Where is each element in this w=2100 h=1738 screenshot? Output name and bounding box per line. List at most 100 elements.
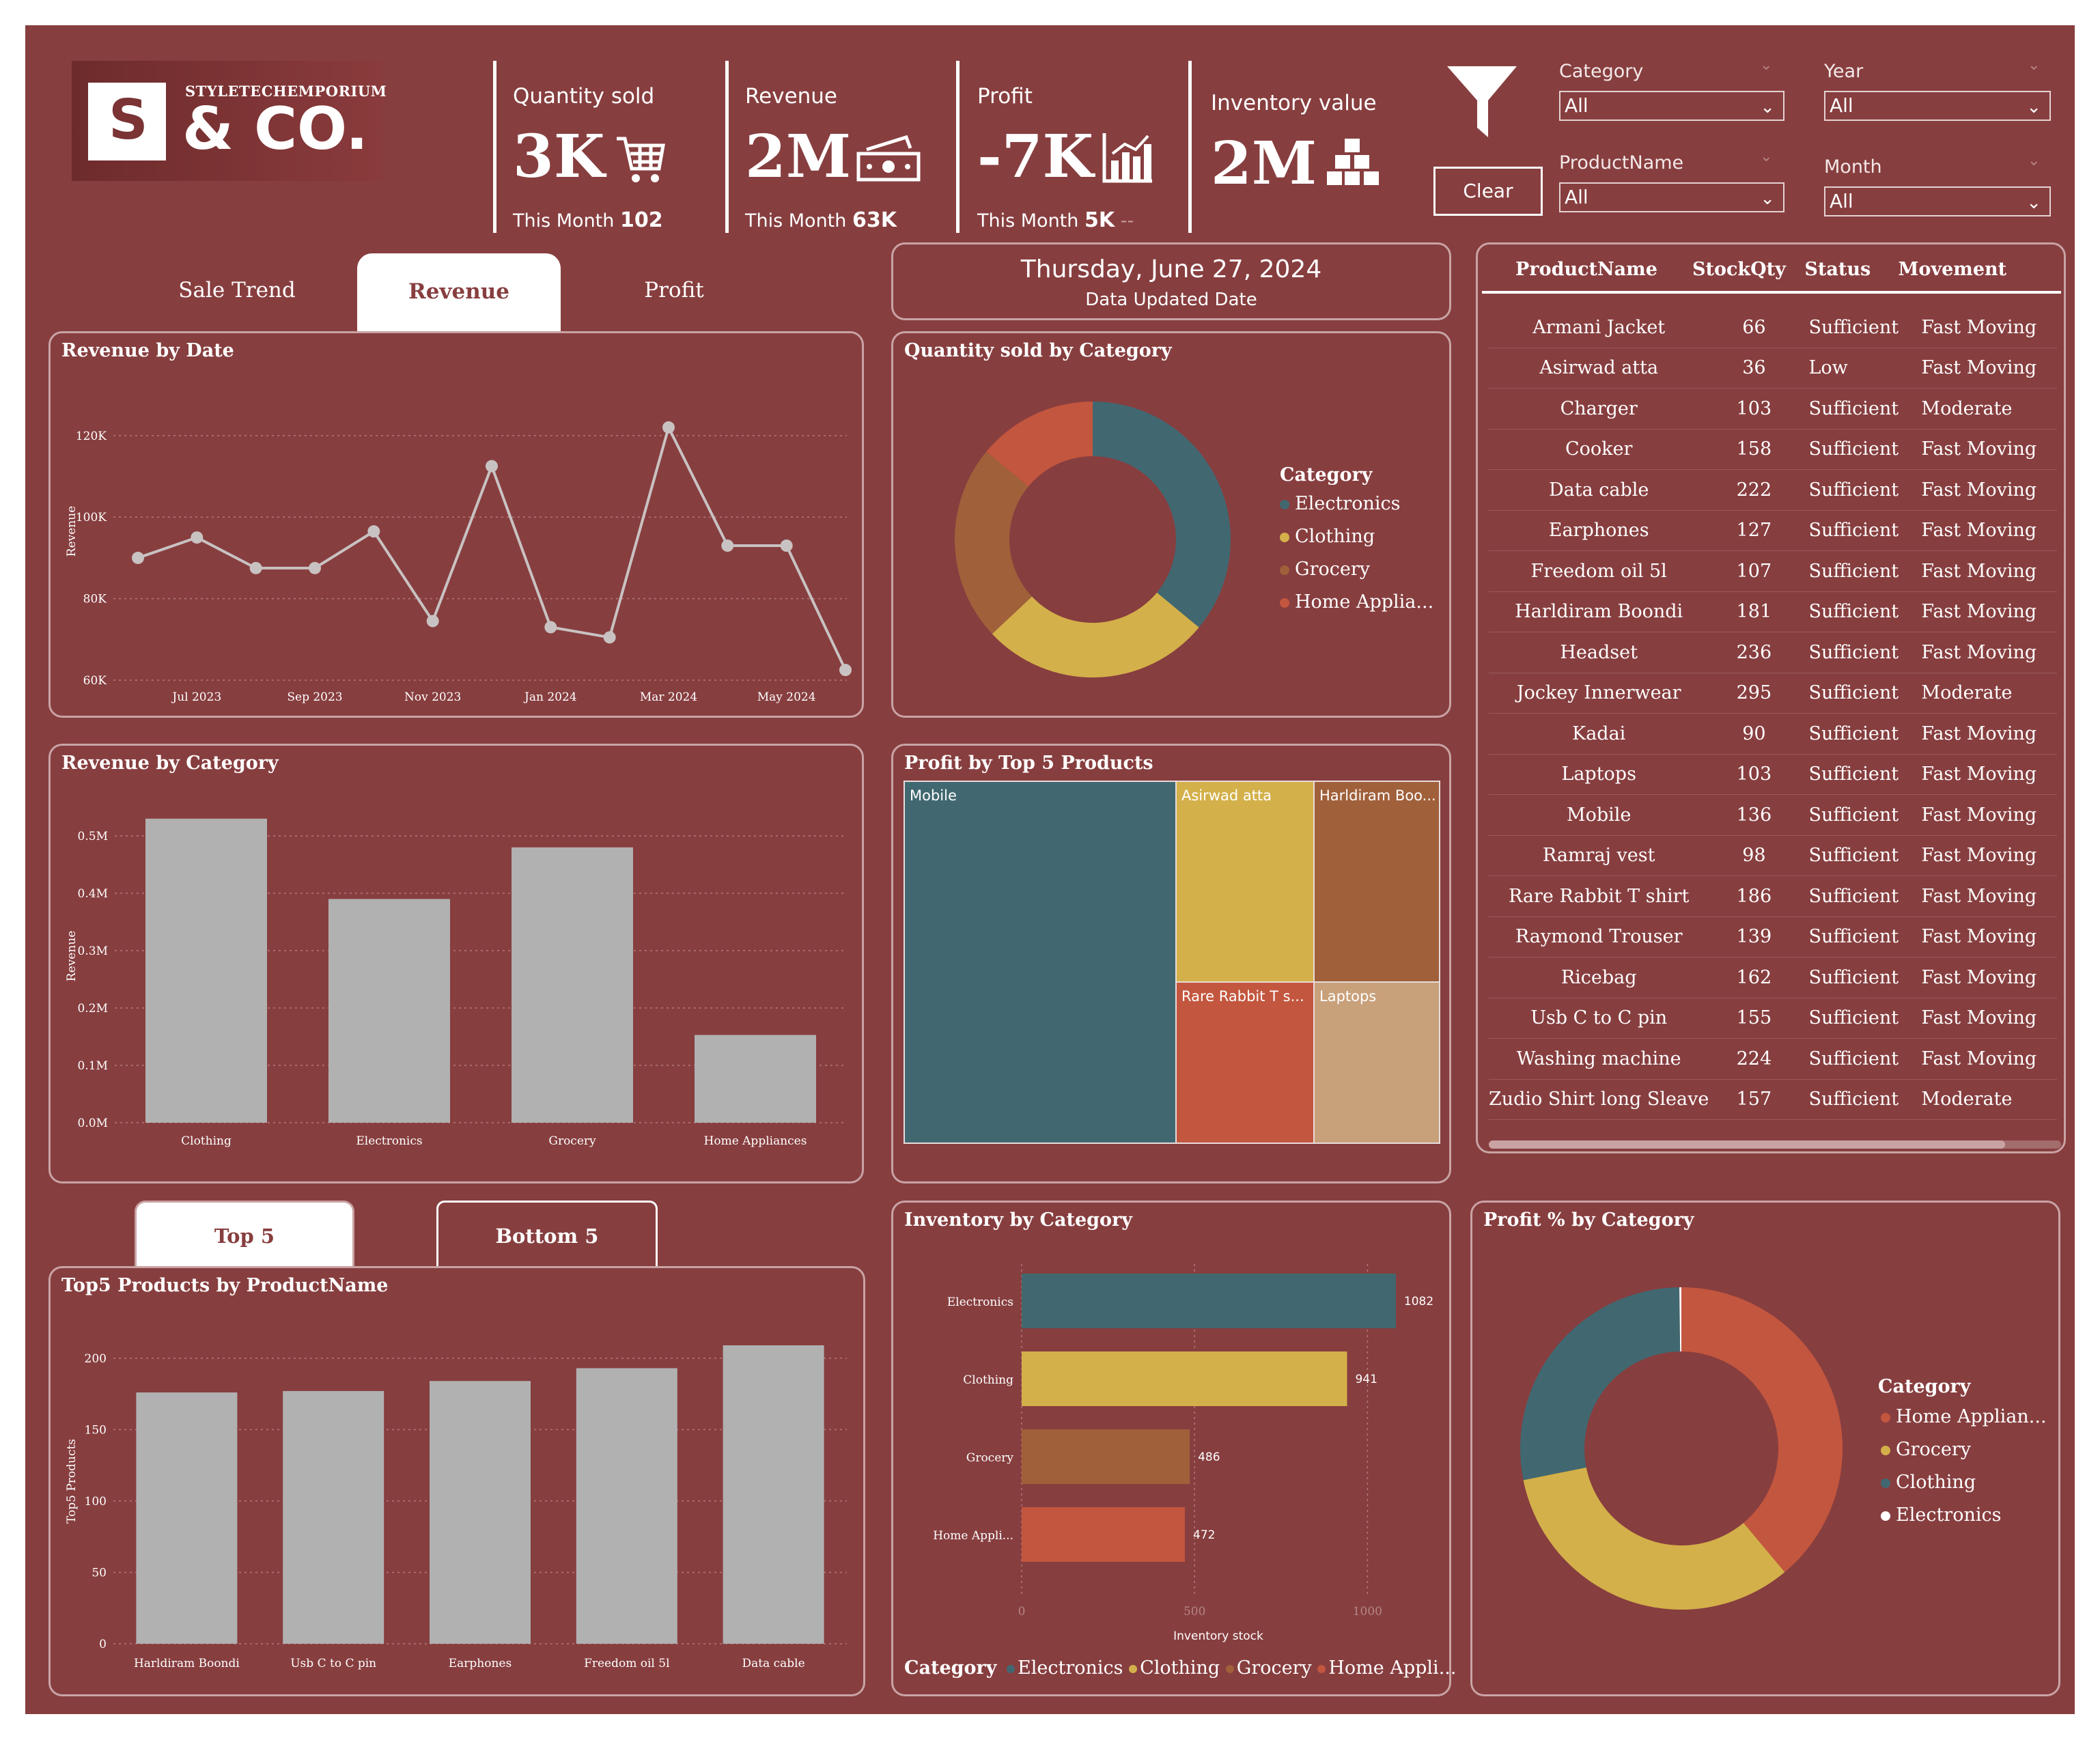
revenue-by-date-chart[interactable]: 60K 80K 100K 120K Jul 2023 Sep 2023 Nov 2023 Ja… xyxy=(51,333,862,716)
legend-item[interactable]: Grocery xyxy=(1280,559,1370,580)
data-point[interactable] xyxy=(721,539,734,552)
y-tick-label: 0.3M xyxy=(78,944,108,958)
treemap-tile[interactable] xyxy=(904,781,1177,1144)
horizontal-scrollbar[interactable] xyxy=(1489,1140,2061,1149)
table-cell: Fast Moving xyxy=(1913,835,2057,876)
qty-category-slice[interactable] xyxy=(992,592,1199,677)
data-point[interactable] xyxy=(486,460,498,473)
table-cell: Jockey Innerwear xyxy=(1489,673,1709,714)
top5-toggle-button[interactable]: Top 5 xyxy=(135,1201,354,1266)
bar[interactable] xyxy=(145,818,267,1123)
data-point[interactable] xyxy=(249,561,262,574)
bar[interactable] xyxy=(1022,1507,1186,1562)
data-point[interactable] xyxy=(309,561,321,574)
table-row[interactable]: Headset 236 Sufficient Fast Moving xyxy=(1489,632,2057,673)
table-row[interactable]: Earphones 127 Sufficient Fast Moving xyxy=(1489,510,2057,551)
qty-by-category-chart[interactable] xyxy=(893,333,1449,716)
y-tick-label: Electronics xyxy=(947,1295,1013,1309)
bar[interactable] xyxy=(695,1035,816,1123)
data-point[interactable] xyxy=(132,551,144,564)
bar[interactable] xyxy=(328,899,450,1123)
bar[interactable] xyxy=(1022,1274,1396,1328)
treemap-tile[interactable] xyxy=(1313,981,1440,1144)
clear-filters-button[interactable]: Clear xyxy=(1433,167,1543,216)
legend-item[interactable]: Home Appli... xyxy=(1317,1657,1456,1679)
legend-title: Category xyxy=(1280,464,1373,486)
table-row[interactable]: Mobile 136 Sufficient Fast Moving xyxy=(1489,794,2057,836)
table-cell: Moderate xyxy=(1913,673,2057,714)
legend-item[interactable]: Electronics xyxy=(1280,493,1400,514)
category-filter-select[interactable]: All ⌄ xyxy=(1559,91,1784,121)
legend-item[interactable]: Home Applian... xyxy=(1881,1406,2047,1427)
column-header-productname[interactable]: ProductName xyxy=(1481,251,1692,287)
table-row[interactable]: Raymond Trouser 139 Sufficient Fast Moving xyxy=(1489,916,2057,957)
column-header-status[interactable]: Status xyxy=(1786,251,1890,287)
data-point[interactable] xyxy=(544,621,557,634)
treemap-tile[interactable] xyxy=(1313,781,1440,983)
data-point[interactable] xyxy=(367,525,380,538)
treemap-tile[interactable] xyxy=(1175,781,1315,983)
bottom5-toggle-button[interactable]: Bottom 5 xyxy=(436,1201,658,1266)
table-row[interactable]: Cooker 158 Sufficient Fast Moving xyxy=(1489,429,2057,470)
revenue-by-category-chart[interactable]: 0.0M 0.1M 0.2M 0.3M 0.4M 0.5M Revenue Clothing E… xyxy=(51,746,862,1181)
year-filter-select[interactable]: All ⌄ xyxy=(1824,91,2051,121)
column-header-movement[interactable]: Movement xyxy=(1890,251,2015,287)
legend-item[interactable]: Electronics xyxy=(1003,1657,1123,1679)
table-cell: Sufficient xyxy=(1799,713,1914,755)
table-row[interactable]: Usb C to C pin 155 Sufficient Fast Moving xyxy=(1489,998,2057,1039)
table-row[interactable]: Freedom oil 5l 107 Sufficient Fast Moving xyxy=(1489,550,2057,592)
bar[interactable] xyxy=(1022,1429,1190,1484)
table-row[interactable]: Rare Rabbit T shirt 186 Sufficient Fast Mov… xyxy=(1489,875,2057,917)
top5-products-chart[interactable]: 0 50 100 150 200 Top5 Products Harldiram Boond… xyxy=(51,1268,863,1694)
table-row[interactable]: Armani Jacket 66 Sufficient Fast Moving xyxy=(1489,307,2057,348)
tab-profit[interactable]: Profit xyxy=(606,278,742,303)
inventory-by-category-chart[interactable]: 0 500 1000 Electronics 1082 Clothing 941 Grocer… xyxy=(893,1203,1449,1694)
bar[interactable] xyxy=(576,1368,677,1644)
data-point[interactable] xyxy=(191,531,204,544)
table-row[interactable]: Jockey Innerwear 295 Sufficient Moderate xyxy=(1489,673,2057,714)
profit-category-slice[interactable] xyxy=(1681,1287,1843,1573)
treemap-tile[interactable] xyxy=(1175,981,1315,1144)
table-row[interactable]: Laptops 103 Sufficient Fast Moving xyxy=(1489,754,2057,795)
legend-item[interactable]: Grocery xyxy=(1225,1657,1312,1679)
bar[interactable] xyxy=(1022,1351,1347,1406)
table-row[interactable]: Zudio Shirt long Sleave 157 Sufficient Mode… xyxy=(1489,1079,2057,1120)
bar[interactable] xyxy=(136,1392,238,1644)
column-header-stockqty[interactable]: StockQty xyxy=(1692,251,1786,287)
tab-revenue[interactable]: Revenue xyxy=(357,253,561,333)
profit-top5-treemap[interactable]: Mobile Asirwad atta Harldiram Boo... Rare R… xyxy=(893,746,1449,1181)
bar[interactable] xyxy=(512,847,633,1123)
bar[interactable] xyxy=(283,1390,384,1644)
legend-item[interactable]: Electronics xyxy=(1881,1504,2001,1526)
table-row[interactable]: Asirwad atta 36 Low Fast Moving xyxy=(1489,348,2057,389)
table-cell: Sufficient xyxy=(1799,429,1914,470)
data-point[interactable] xyxy=(426,615,439,628)
qty-category-slice[interactable] xyxy=(1093,402,1231,628)
table-row[interactable]: Ricebag 162 Sufficient Fast Moving xyxy=(1489,957,2057,998)
month-filter-select[interactable]: All ⌄ xyxy=(1824,186,2051,216)
tab-sale-trend[interactable]: Sale Trend xyxy=(162,278,312,303)
data-point[interactable] xyxy=(662,421,675,434)
legend-item[interactable]: Clothing xyxy=(1280,526,1375,547)
bar[interactable] xyxy=(430,1381,531,1644)
table-row[interactable]: Data cable 222 Sufficient Fast Moving xyxy=(1489,469,2057,511)
legend-item[interactable]: Home Applia... xyxy=(1280,591,1433,613)
data-point[interactable] xyxy=(839,664,852,677)
product-filter-select[interactable]: All ⌄ xyxy=(1559,182,1784,212)
legend-item[interactable]: Grocery xyxy=(1881,1439,1971,1460)
legend-item[interactable]: Clothing xyxy=(1129,1657,1220,1679)
bar[interactable] xyxy=(723,1345,824,1644)
legend-title: Category xyxy=(1878,1376,1971,1397)
data-point[interactable] xyxy=(780,539,793,552)
scrollbar-thumb[interactable] xyxy=(1489,1140,2005,1149)
table-cell: Usb C to C pin xyxy=(1489,998,1709,1039)
table-row[interactable]: Ramraj vest 98 Sufficient Fast Moving xyxy=(1489,835,2057,876)
table-row[interactable]: Washing machine 224 Sufficient Fast Moving xyxy=(1489,1038,2057,1080)
legend-item[interactable]: Clothing xyxy=(1881,1472,1976,1493)
table-row[interactable]: Kadai 90 Sufficient Fast Moving xyxy=(1489,713,2057,755)
table-row[interactable]: Harldiram Boondi 181 Sufficient Fast Moving xyxy=(1489,591,2057,632)
profit-category-slice[interactable] xyxy=(1523,1467,1785,1610)
data-point[interactable] xyxy=(603,631,616,644)
profit-category-slice[interactable] xyxy=(1520,1287,1681,1481)
table-row[interactable]: Charger 103 Sufficient Moderate xyxy=(1489,388,2057,430)
